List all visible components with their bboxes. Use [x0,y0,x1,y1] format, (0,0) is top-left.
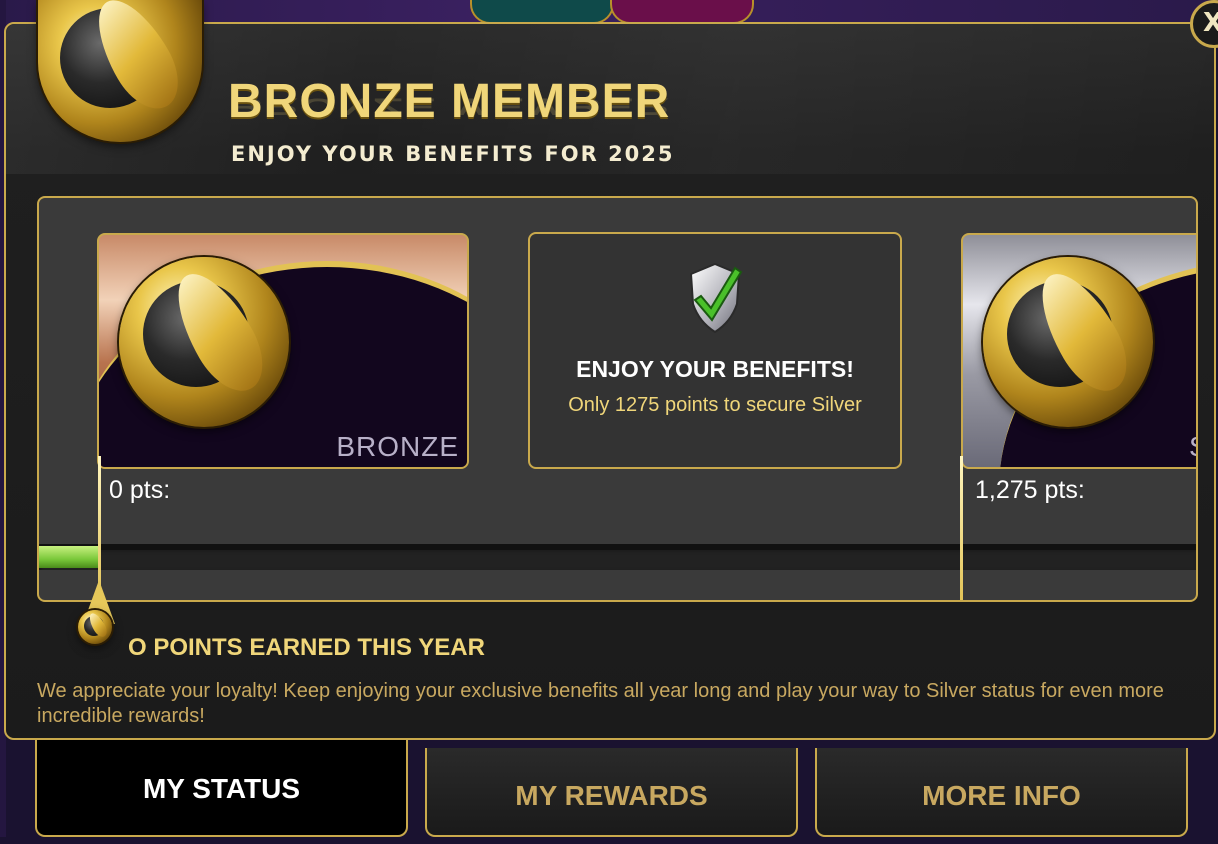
tab-my-rewards[interactable]: MY REWARDS [425,748,798,837]
lobby-button-teal [470,0,614,24]
membership-dialog: BRONZE MEMBER BRONZE MEMBER ENJOY YOUR B… [4,22,1216,740]
silver-tier-card: S [961,233,1196,469]
benefit-description: Only 1275 points to secure Silver [568,394,862,416]
tab-my-status[interactable]: MY STATUS [35,740,408,837]
bronze-emblem-icon [119,257,289,427]
silver-marker-line [960,456,963,600]
points-earned-text: O POINTS EARNED THIS YEAR [128,634,485,661]
dialog-title: BRONZE MEMBER [228,75,671,128]
loyalty-message: We appreciate your loyalty! Keep enjoyin… [37,680,1164,727]
tab-more-info[interactable]: MORE INFO [815,748,1188,837]
benefit-title: ENJOY YOUR BENEFITS! [576,356,854,382]
silver-points-label: 1,275 pts: [975,476,1085,504]
progress-track-edge [39,544,1196,550]
progress-fill [39,546,99,568]
bronze-points-label: 0 pts: [109,476,171,504]
lobby-button-magenta [610,0,754,24]
silver-card-label: S [1189,431,1196,463]
tier-progress-panel: BRONZE ENJOY YOUR BENEFITS! Only 1275 po… [37,196,1198,602]
bronze-card-label: BRONZE [336,431,459,462]
benefit-box: ENJOY YOUR BENEFITS! Only 1275 points to… [528,232,902,469]
shield-check-icon [689,262,743,334]
bronze-tier-card: BRONZE [97,233,469,469]
silver-emblem-icon [983,257,1153,427]
points-coin-icon [78,610,112,644]
dialog-subtitle: ENJOY YOUR BENEFITS FOR 2025 [231,142,675,166]
